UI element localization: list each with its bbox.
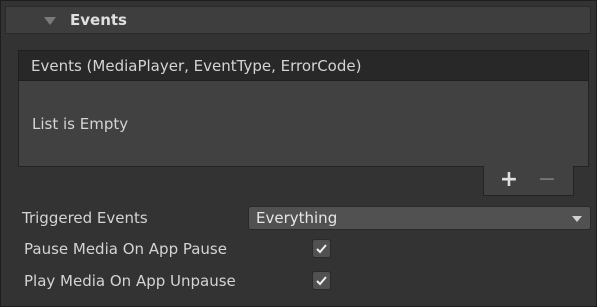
triggered-events-value: Everything	[256, 209, 338, 227]
triggered-events-dropdown[interactable]: Everything	[248, 206, 591, 230]
list-header-label: Events (MediaPlayer, EventType, ErrorCod…	[31, 57, 362, 75]
checkmark-icon	[316, 276, 327, 286]
dropdown-arrow-icon	[572, 216, 582, 222]
events-list-footer: + −	[483, 166, 574, 196]
events-panel: Events Events (MediaPlayer, EventType, E…	[0, 0, 597, 307]
checkmark-icon	[316, 244, 327, 254]
remove-event-button[interactable]: −	[534, 167, 560, 193]
pause-on-app-pause-label: Pause Media On App Pause	[24, 240, 227, 258]
events-list-body: List is Empty	[18, 81, 589, 167]
triggered-events-label: Triggered Events	[22, 209, 148, 227]
play-on-app-unpause-checkbox[interactable]	[312, 271, 331, 290]
events-foldout[interactable]: Events	[5, 6, 591, 34]
play-on-app-unpause-label: Play Media On App Unpause	[24, 272, 236, 290]
triangle-down-icon[interactable]	[44, 17, 56, 25]
list-empty-text: List is Empty	[32, 115, 129, 133]
pause-on-app-pause-checkbox[interactable]	[312, 239, 331, 258]
add-event-button[interactable]: +	[496, 167, 522, 193]
events-list-header: Events (MediaPlayer, EventType, ErrorCod…	[18, 50, 589, 81]
foldout-title: Events	[70, 11, 127, 29]
